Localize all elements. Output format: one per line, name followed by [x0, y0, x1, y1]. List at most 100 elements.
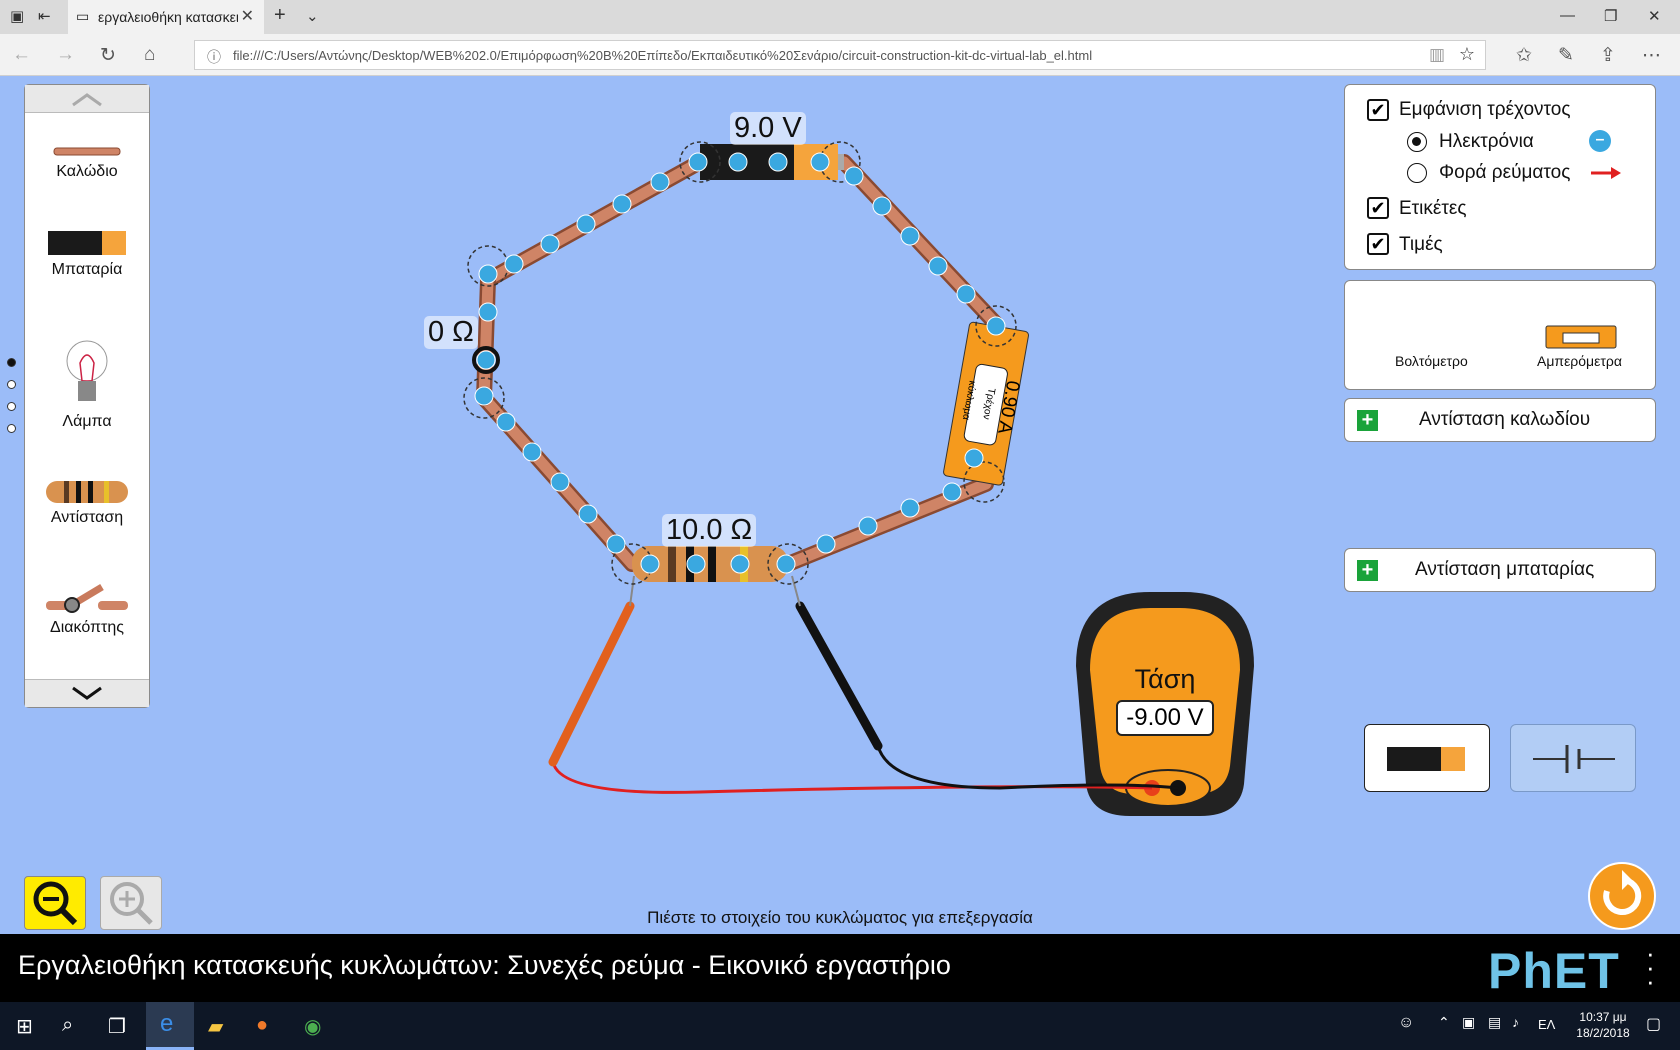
voltmeter-value: -9.00 V: [1116, 700, 1214, 736]
bulb-icon: [66, 340, 108, 401]
battery-resistance-accordion[interactable]: + Αντίσταση μπαταρίας: [1344, 548, 1656, 592]
more-icon[interactable]: ⋯: [1642, 44, 1661, 67]
close-window-icon[interactable]: ✕: [1648, 7, 1661, 25]
battery-voltage-label: 9.0 V: [730, 112, 806, 145]
file-explorer-icon[interactable]: ▰: [208, 1014, 223, 1039]
network-icon[interactable]: ▤: [1488, 1014, 1501, 1031]
toolbox-label: Λάμπα: [62, 413, 112, 430]
toolbox-item-resistor[interactable]: Αντίσταση: [25, 479, 149, 535]
red-probe[interactable]: [548, 575, 635, 767]
phet-menu-icon[interactable]: · · ·: [1646, 940, 1655, 994]
battery-icon: [48, 231, 126, 255]
home-icon[interactable]: ⌂: [144, 44, 155, 66]
start-icon[interactable]: ⊞: [16, 1014, 33, 1039]
tray-app-icon[interactable]: ▣: [1462, 1014, 1475, 1031]
red-lead: [551, 761, 1153, 794]
search-icon[interactable]: ⌕: [62, 1014, 73, 1037]
electron-icon: –: [1589, 130, 1611, 152]
tab-list-chevron-icon[interactable]: ⌄: [306, 7, 319, 25]
browser-tab[interactable]: ▭ εργαλειοθήκη κατασκει ✕: [68, 0, 264, 34]
ammeter-reading: 0.90 A Τρέχον κύκλωμα: [957, 368, 1023, 441]
values-checkbox[interactable]: ✔: [1367, 233, 1389, 255]
chevron-down-icon: [72, 686, 102, 700]
expand-plus-icon[interactable]: +: [1357, 410, 1378, 431]
zoom-in-icon: [110, 882, 153, 925]
wires[interactable]: [476, 154, 1004, 572]
notifications-icon[interactable]: ▢: [1646, 1014, 1661, 1034]
toolbox-item-wire[interactable]: Καλώδιο: [25, 143, 149, 193]
show-current-label: Εμφάνιση τρέχοντος: [1399, 99, 1571, 120]
toolbox-item-bulb[interactable]: Λάμπα: [25, 337, 149, 437]
chrome-icon[interactable]: ◉: [304, 1014, 321, 1039]
tab-manager-icon[interactable]: ▣: [10, 7, 24, 25]
conventional-current-radio[interactable]: [1407, 163, 1427, 183]
forward-icon[interactable]: →: [56, 44, 75, 66]
toolbox-page-dot-1[interactable]: [7, 358, 16, 367]
sim-title-bar: Εργαλειοθήκη κατασκευής κυκλωμάτων: Συνε…: [0, 934, 1680, 1002]
toolbox-scroll-up-button[interactable]: [25, 85, 149, 113]
reset-icon: [1603, 870, 1642, 915]
task-view-icon[interactable]: ❐: [108, 1014, 126, 1039]
new-tab-icon[interactable]: +: [274, 4, 286, 27]
system-clock[interactable]: 10:37 μμ 18/2/2018: [1566, 1009, 1640, 1041]
toolbox-scroll-down-button[interactable]: [25, 679, 149, 707]
labels-checkbox[interactable]: ✔: [1367, 197, 1389, 219]
sensor-toolbox-panel: Βολτόμετρο Αμπερόμετρα: [1344, 280, 1656, 390]
phet-logo[interactable]: PhET: [1488, 942, 1620, 1000]
volume-icon[interactable]: ♪: [1512, 1014, 1519, 1030]
reset-all-button[interactable]: [1588, 862, 1656, 930]
toolbox-label: Μπαταρία: [51, 261, 123, 278]
toolbox-label: Καλώδιο: [56, 163, 118, 180]
wire-resistivity-accordion[interactable]: + Αντίσταση καλωδίου: [1344, 398, 1656, 442]
resistor-icon: [46, 481, 128, 503]
language-indicator[interactable]: ΕΛ: [1538, 1017, 1555, 1032]
reading-view-icon[interactable]: ▥: [1429, 45, 1445, 65]
sim-title: Εργαλειοθήκη κατασκευής κυκλωμάτων: Συνε…: [18, 950, 951, 980]
expand-plus-icon[interactable]: +: [1357, 560, 1378, 581]
favorites-hub-icon[interactable]: ✩: [1516, 44, 1532, 67]
electrons-label: Ηλεκτρόνια: [1439, 131, 1534, 152]
schematic-battery-icon: [1533, 745, 1615, 773]
voltmeter-tool-label: Βολτόμετρο: [1395, 353, 1468, 369]
windows-taskbar: ⊞ ⌕ ❐ e ▰ ● ◉ ☺ ⌃ ▣ ▤ ♪ ΕΛ 10:37 μμ 18/2…: [0, 1002, 1680, 1050]
set-aside-tabs-icon[interactable]: ⇤: [38, 7, 51, 25]
toolbox-label: Διακόπτης: [50, 619, 124, 636]
web-note-icon[interactable]: ✎: [1558, 44, 1574, 67]
restore-icon[interactable]: ❐: [1604, 7, 1617, 25]
toolbox-page-dot-2[interactable]: [7, 380, 16, 389]
close-tab-icon[interactable]: ✕: [241, 6, 254, 26]
back-icon[interactable]: ←: [12, 44, 31, 66]
toolbox-page-dot-4[interactable]: [7, 424, 16, 433]
zoom-out-button[interactable]: [24, 876, 86, 930]
electrons-radio[interactable]: [1407, 132, 1427, 152]
firefox-icon[interactable]: ●: [256, 1014, 268, 1037]
clock-time: 10:37 μμ: [1579, 1010, 1627, 1024]
share-icon[interactable]: ⇪: [1600, 44, 1616, 67]
refresh-icon[interactable]: ↻: [100, 44, 116, 67]
labels-label: Ετικέτες: [1399, 198, 1467, 219]
clock-date: 18/2/2018: [1576, 1026, 1630, 1040]
info-icon[interactable]: ⓘ: [207, 47, 221, 67]
hint-text: Πιέστε το στοιχείο του κυκλώματος για επ…: [647, 908, 1033, 927]
edge-taskbar-button[interactable]: e: [146, 1002, 194, 1050]
edge-icon: e: [160, 1010, 174, 1037]
simulation-area: 9.0 V 0 Ω 10.0 Ω 0.90 A Τρέχον κύκλωμα Τ…: [0, 76, 1680, 934]
wire-resistivity-title: Αντίσταση καλωδίου: [1419, 409, 1591, 430]
show-hidden-icons-icon[interactable]: ⌃: [1438, 1014, 1450, 1031]
people-icon[interactable]: ☺: [1398, 1014, 1414, 1032]
toolbox-item-switch[interactable]: Διακόπτης: [25, 579, 149, 639]
show-current-checkbox[interactable]: ✔: [1367, 99, 1389, 121]
conventional-current-label: Φορά ρεύματος: [1439, 162, 1571, 183]
schematic-view-button[interactable]: [1510, 724, 1636, 792]
zoom-in-button[interactable]: [100, 876, 162, 930]
toolbox-page-dot-3[interactable]: [7, 402, 16, 411]
component-toolbox: Καλώδιο Μπαταρία Λάμπα Αντίσταση Διακόπτ…: [24, 84, 150, 708]
values-label: Τιμές: [1399, 234, 1443, 255]
address-bar[interactable]: ⓘ file:///C:/Users/Αντώνης/Desktop/WEB%2…: [194, 40, 1486, 70]
minimize-icon[interactable]: —: [1560, 7, 1575, 24]
black-probe[interactable]: [791, 575, 883, 751]
favorite-star-icon[interactable]: ☆: [1459, 44, 1475, 65]
ammeter-tool-icon[interactable]: [1545, 325, 1617, 349]
lifelike-view-button[interactable]: [1364, 724, 1490, 792]
toolbox-item-battery[interactable]: Μπαταρία: [25, 229, 149, 285]
